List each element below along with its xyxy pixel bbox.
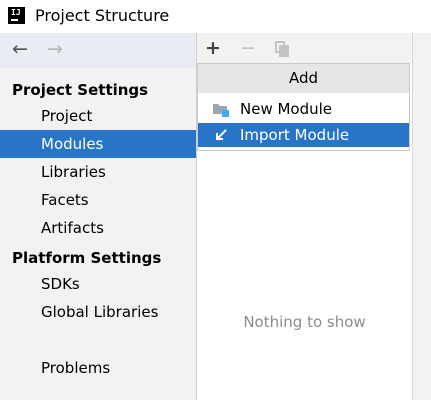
add-icon[interactable]: +	[202, 37, 224, 59]
sidebar-item-label: Global Libraries	[41, 303, 159, 321]
title-bar: IJ Project Structure	[0, 0, 431, 33]
sidebar-item-label: Project	[41, 107, 93, 125]
sidebar-item-label: SDKs	[41, 275, 80, 293]
remove-icon[interactable]: −	[237, 37, 259, 59]
sidebar-item-artifacts[interactable]: Artifacts	[0, 214, 196, 242]
menu-item-import-module[interactable]: Import Module	[198, 123, 409, 147]
sidebar-item-problems[interactable]: Problems	[0, 354, 196, 382]
add-popup-menu: Add New Module Import Module	[197, 63, 410, 151]
arrow-right-icon[interactable]: →	[44, 37, 66, 61]
sidebar-item-sdks[interactable]: SDKs	[0, 270, 196, 298]
menu-item-label: Import Module	[240, 126, 350, 144]
modules-panel: + − Add New Module Import Module Nothing…	[197, 33, 412, 400]
menu-item-label: New Module	[240, 100, 333, 118]
details-panel-edge	[412, 33, 431, 400]
popup-header: Add	[198, 64, 409, 93]
project-settings-header: Project Settings	[12, 81, 149, 99]
import-arrow-icon	[216, 129, 227, 140]
platform-settings-header: Platform Settings	[12, 249, 162, 267]
sidebar-item-label: Artifacts	[41, 219, 104, 237]
window-title: Project Structure	[35, 6, 170, 25]
sidebar-item-facets[interactable]: Facets	[0, 186, 196, 214]
sidebar-item-label: Facets	[41, 191, 89, 209]
module-folder-icon	[213, 104, 229, 117]
sidebar-item-libraries[interactable]: Libraries	[0, 158, 196, 186]
sidebar-item-label: Modules	[41, 135, 104, 153]
sidebar-item-label: Libraries	[41, 163, 106, 181]
empty-state-text: Nothing to show	[243, 313, 366, 331]
sidebar-item-project[interactable]: Project	[0, 102, 196, 130]
sidebar-item-label: Problems	[41, 359, 111, 377]
modules-toolbar: + −	[197, 33, 412, 63]
menu-item-new-module[interactable]: New Module	[198, 97, 409, 121]
sidebar: ← → Project Settings Project Modules Lib…	[0, 33, 196, 400]
intellij-logo-icon: IJ	[8, 7, 25, 24]
arrow-left-icon[interactable]: ←	[9, 37, 31, 61]
sidebar-item-global-libraries[interactable]: Global Libraries	[0, 298, 196, 326]
navigation-bar: ← →	[0, 33, 196, 68]
sidebar-item-modules[interactable]: Modules	[0, 130, 196, 158]
